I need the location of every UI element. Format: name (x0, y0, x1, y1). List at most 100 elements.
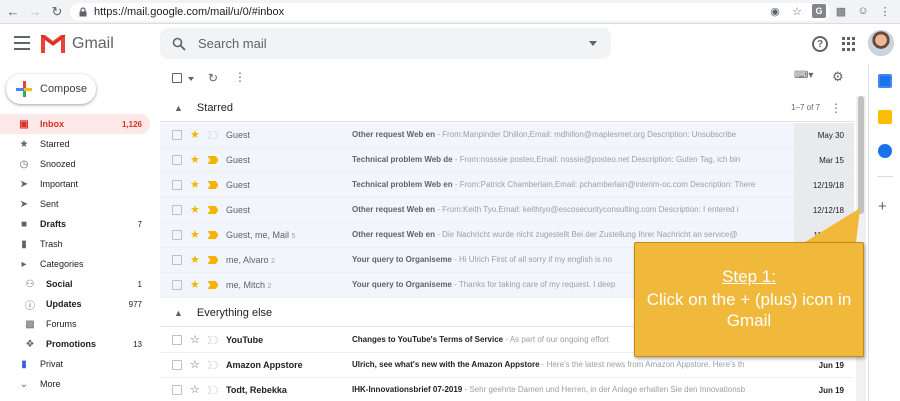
star-icon[interactable]: ★ (190, 178, 200, 191)
star-icon[interactable]: ★ (190, 228, 200, 241)
sidebar-item-social[interactable]: ⚇ Social 1 (0, 274, 150, 294)
star-icon[interactable]: ★ (190, 203, 200, 216)
row-checkbox[interactable] (172, 280, 182, 290)
inbox-icon: ▣ (19, 118, 29, 130)
sidebar-item-privat[interactable]: ▮ Privat (0, 354, 150, 374)
sidebar-item-sent[interactable]: ➤ Sent (0, 194, 150, 214)
forward-button[interactable]: → (26, 3, 44, 21)
table-row[interactable]: ★ Guest Technical problem Web de - From:n… (160, 148, 854, 173)
star-icon[interactable]: ★ (190, 278, 200, 291)
tasks-icon[interactable] (878, 144, 892, 158)
row-checkbox[interactable] (172, 385, 182, 395)
callout-title: Step 1: (722, 267, 776, 286)
search-input[interactable]: Search mail (160, 28, 611, 59)
kebab-menu-icon[interactable]: ⋮ (878, 4, 892, 18)
extension-icon[interactable]: G (812, 4, 826, 18)
sidebar-item-starred[interactable]: ★ Starred (0, 134, 150, 154)
collapse-chevron-icon[interactable]: ▲ (174, 308, 183, 318)
star-icon[interactable]: ☆ (190, 358, 200, 371)
keep-icon[interactable] (878, 110, 892, 124)
important-marker-icon[interactable] (208, 336, 218, 344)
table-row[interactable]: ★ Guest Other request Web en - From:Manpi… (160, 123, 854, 148)
section-starred-header[interactable]: ▲ Starred 1–7 of 7 ⋮ (160, 94, 854, 122)
calendar-icon[interactable] (878, 74, 892, 88)
important-marker-icon[interactable] (208, 206, 218, 214)
extension-icon-2[interactable]: ▩ (834, 4, 848, 18)
side-panel-divider (877, 176, 893, 177)
table-row[interactable]: ☆ Todt, Rebekka IHK-Innovationsbrief 07-2… (160, 378, 854, 401)
star-icon[interactable]: ★ (190, 128, 200, 141)
table-row[interactable]: ★ Guest Other request Web en - From:Keith… (160, 198, 854, 223)
sidebar-item-drafts[interactable]: ■ Drafts 7 (0, 214, 150, 234)
address-bar[interactable]: https://mail.google.com/mail/u/0/#inbox (70, 3, 830, 21)
select-dropdown-icon[interactable] (188, 77, 194, 81)
row-sender: YouTube (226, 335, 264, 345)
back-button[interactable]: ← (4, 3, 22, 21)
star-icon[interactable]: ☆ (190, 333, 200, 346)
help-icon[interactable]: ? (812, 36, 828, 52)
star-icon[interactable]: ☆ (190, 383, 200, 396)
input-tools-icon[interactable]: ⌨▾ (794, 70, 813, 81)
important-marker-icon[interactable] (208, 361, 218, 369)
compose-button[interactable]: Compose (6, 74, 96, 104)
row-sender: Amazon Appstore (226, 360, 303, 370)
row-checkbox[interactable] (172, 255, 182, 265)
row-checkbox[interactable] (172, 335, 182, 345)
profile-icon[interactable]: ☺ (856, 4, 870, 18)
sidebar-item-forums[interactable]: ▩ Forums (0, 314, 150, 334)
row-checkbox[interactable] (172, 205, 182, 215)
important-marker-icon[interactable] (208, 386, 218, 394)
info-icon: ⓘ (25, 300, 35, 312)
section-title: Starred (196, 101, 233, 114)
row-checkbox[interactable] (172, 155, 182, 165)
star-icon[interactable]: ★ (190, 253, 200, 266)
row-checkbox[interactable] (172, 230, 182, 240)
eye-icon[interactable]: ◉ (768, 4, 782, 18)
collapse-chevron-icon[interactable]: ▲ (174, 103, 183, 113)
bookmark-star-icon[interactable]: ☆ (790, 4, 804, 18)
send-icon: ➤ (19, 198, 29, 210)
row-checkbox[interactable] (172, 180, 182, 190)
search-placeholder: Search mail (198, 36, 267, 51)
sidebar-item-more[interactable]: ⌄ More (0, 374, 150, 394)
table-row[interactable]: ★ Guest Technical problem Web en - From:P… (160, 173, 854, 198)
sidebar-item-trash[interactable]: ▮ Trash (0, 234, 150, 254)
gmail-header: Gmail Search mail ? (0, 25, 900, 63)
social-count: 1 (137, 279, 142, 289)
important-marker-icon[interactable] (208, 281, 218, 289)
gmail-logo-icon (40, 33, 66, 53)
scrollbar-thumb[interactable] (858, 96, 864, 214)
row-sender: Guest (226, 130, 251, 140)
more-actions-icon[interactable]: ⋮ (234, 70, 246, 84)
sidebar-item-important[interactable]: ➤ Important (0, 174, 150, 194)
sidebar-item-categories[interactable]: ▸ Categories (0, 254, 150, 274)
forum-icon: ▩ (25, 318, 35, 330)
apps-grid-icon[interactable] (842, 37, 856, 51)
avatar[interactable] (868, 30, 894, 56)
row-subject: Ulrich, see what's new with the Amazon A… (352, 360, 745, 369)
important-marker-icon[interactable] (208, 181, 218, 189)
row-subject: Other request Web en - From:Manpinder Dh… (352, 130, 737, 139)
row-checkbox[interactable] (172, 360, 182, 370)
section-more-icon[interactable]: ⋮ (830, 101, 842, 115)
important-marker-icon[interactable] (208, 131, 218, 139)
important-marker-icon[interactable] (208, 156, 218, 164)
sidebar-item-promotions[interactable]: ❖ Promotions 13 (0, 334, 150, 354)
row-checkbox[interactable] (172, 130, 182, 140)
row-date: 12/19/18 (812, 181, 844, 190)
select-all-checkbox[interactable] (172, 73, 182, 83)
star-icon: ★ (19, 138, 29, 150)
reload-button[interactable]: ↻ (48, 3, 66, 21)
important-marker-icon[interactable] (208, 231, 218, 239)
sidebar-item-updates[interactable]: ⓘ Updates 977 (0, 294, 150, 314)
gear-icon[interactable]: ⚙ (832, 69, 844, 85)
sidebar-item-inbox[interactable]: ▣ Inbox 1,126 (0, 114, 150, 134)
row-subject: Technical problem Web de - From:nosssie … (352, 155, 741, 164)
important-marker-icon[interactable] (208, 256, 218, 264)
refresh-icon[interactable]: ↻ (208, 71, 218, 85)
search-options-dropdown-icon[interactable] (589, 41, 597, 46)
hamburger-menu-icon[interactable] (14, 36, 30, 50)
star-icon[interactable]: ★ (190, 153, 200, 166)
sidebar-item-snoozed[interactable]: ◷ Snoozed (0, 154, 150, 174)
row-subject: Other request Web en - From:Keith Tyo,Em… (352, 205, 739, 214)
